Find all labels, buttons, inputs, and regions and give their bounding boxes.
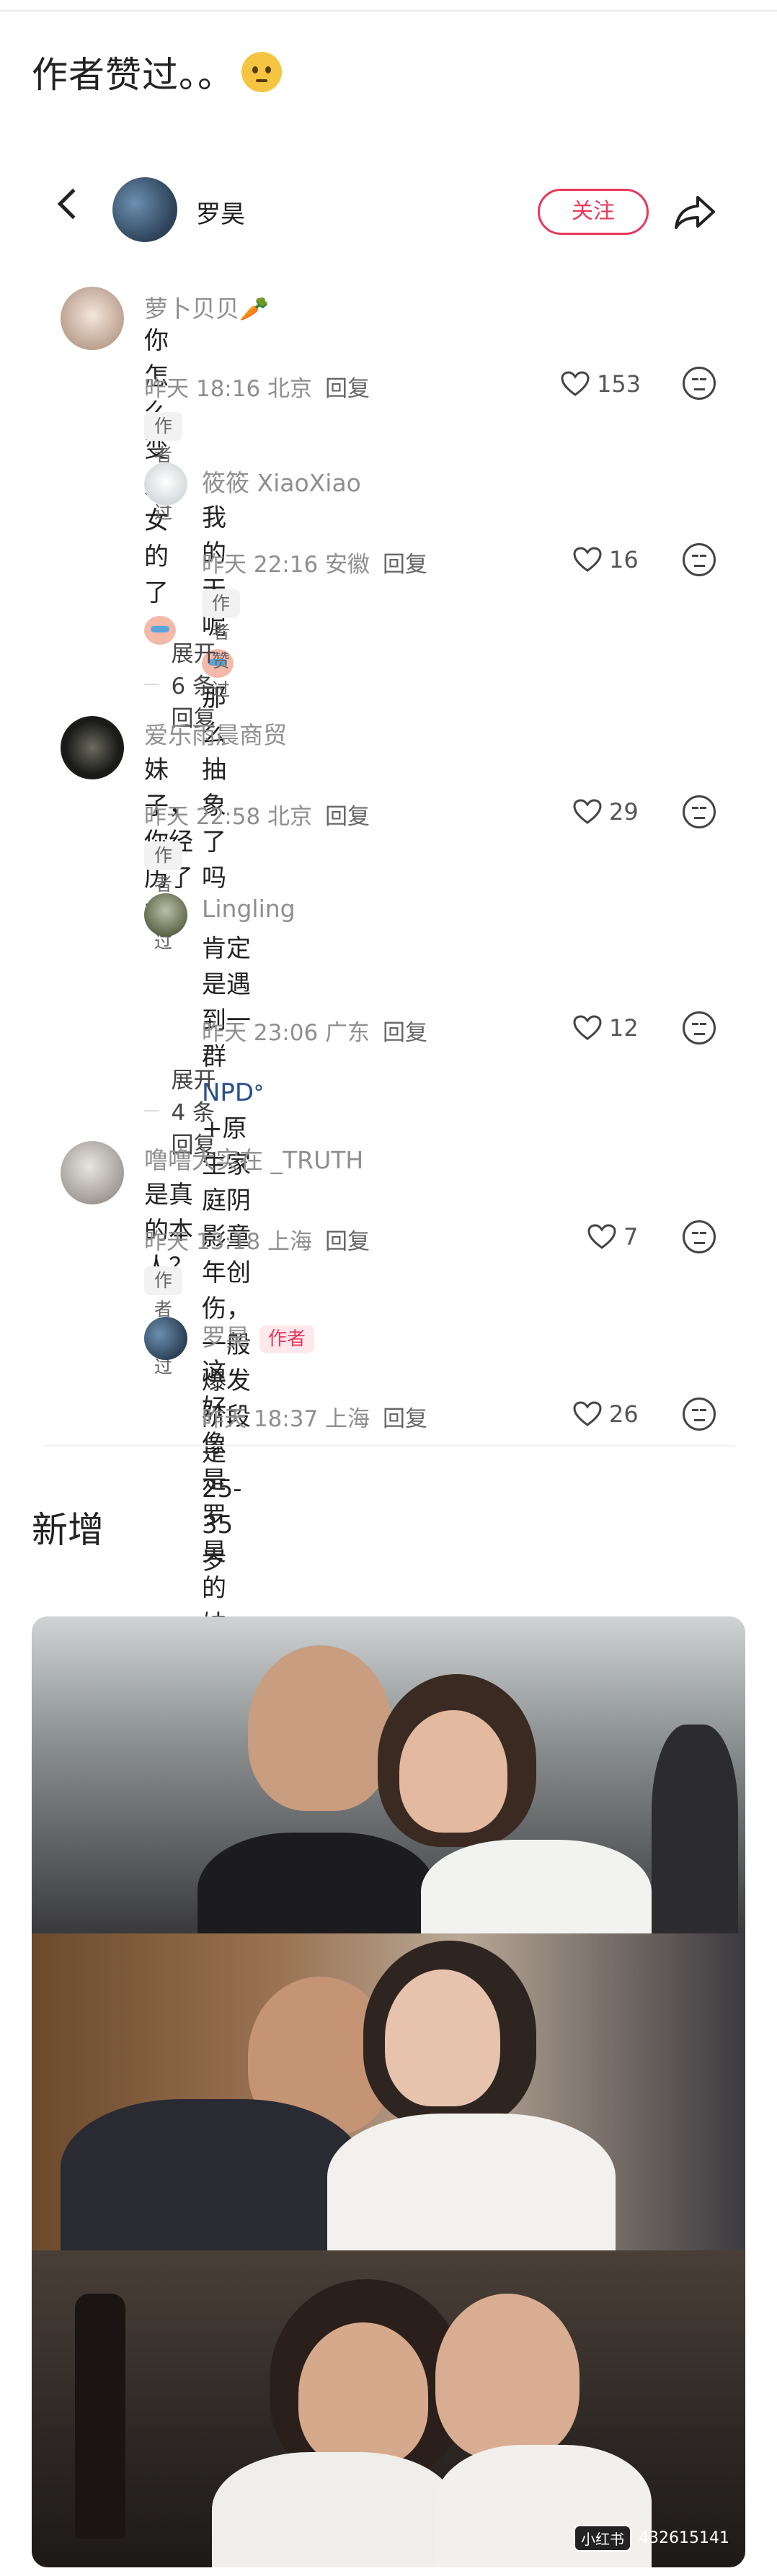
- share-icon[interactable]: [673, 193, 716, 231]
- comment-username[interactable]: 筱筱 XiaoXiao: [202, 464, 361, 498]
- heart-icon: [573, 799, 602, 824]
- avatar[interactable]: [144, 462, 187, 506]
- comment-meta: 昨天 18:37 上海 回复: [202, 1400, 427, 1433]
- author-tag-badge: 作者: [259, 1325, 315, 1353]
- intro-label: 作者赞过。。: [32, 54, 234, 96]
- intro-text: 作者赞过。。: [32, 46, 282, 98]
- comment-date: 昨天 18:16 北京: [144, 376, 313, 402]
- watermark-id: 432615141: [639, 2529, 729, 2547]
- comment-text-part: 肯定是遇到一群: [202, 934, 251, 1071]
- raised-eyebrow-emoji-icon: [241, 52, 282, 92]
- author-liked-badge: 作者赞过: [144, 841, 183, 952]
- comment-username[interactable]: Lingling: [202, 895, 296, 923]
- like-count: 153: [597, 370, 641, 398]
- heart-icon: [561, 371, 590, 396]
- person-figure: [652, 1725, 738, 1941]
- dislike-face-icon[interactable]: [683, 1397, 716, 1431]
- comment-date: 昨天 22:58 北京: [144, 804, 313, 830]
- person-figure: [435, 2294, 580, 2459]
- reply-link[interactable]: 回复: [325, 376, 370, 402]
- photo-panel: [32, 1616, 745, 1977]
- reply-link[interactable]: 回复: [325, 1229, 370, 1255]
- reply-link[interactable]: 回复: [325, 804, 370, 830]
- author-name[interactable]: 罗昊: [196, 194, 245, 230]
- comment-meta: 昨天 13:18 上海 回复: [144, 1223, 370, 1256]
- username-text: 罗昊: [202, 1323, 249, 1351]
- heart-icon: [587, 1224, 616, 1249]
- comment-meta: 昨天 18:16 北京 回复: [144, 370, 370, 403]
- photo-panel: [32, 1933, 745, 2272]
- person-figure: [212, 2452, 457, 2567]
- heart-icon: [573, 547, 602, 572]
- divider: [43, 1445, 735, 1446]
- like-count: 26: [609, 1400, 639, 1428]
- dislike-face-icon[interactable]: [683, 795, 716, 828]
- avatar[interactable]: [61, 1141, 124, 1204]
- post-header: 罗昊 关注: [0, 173, 777, 252]
- comment-meta: 昨天 22:16 安徽 回复: [202, 546, 427, 578]
- comment-meta: 昨天 23:06 广东 回复: [202, 1014, 427, 1047]
- like-count: 16: [609, 546, 639, 573]
- like-button[interactable]: 12: [573, 1014, 639, 1042]
- watermark: 小红书 432615141: [574, 2525, 729, 2552]
- author-liked-badge: 作者赞过: [144, 412, 183, 523]
- person-figure: [399, 1710, 507, 1833]
- like-button[interactable]: 26: [573, 1400, 639, 1428]
- avatar[interactable]: [144, 1317, 187, 1360]
- avatar[interactable]: [61, 716, 124, 779]
- dislike-face-icon[interactable]: [683, 543, 716, 576]
- person-figure: [61, 2099, 363, 2272]
- comment-meta: 昨天 22:58 北京 回复: [144, 798, 370, 831]
- person-figure: [327, 2114, 616, 2272]
- comment-username[interactable]: 噜噜大实在 _TRUTH: [144, 1141, 363, 1176]
- author-liked-badge: 作者赞过: [144, 1266, 183, 1377]
- comment-date: 昨天 23:06 广东: [202, 1020, 370, 1046]
- person-figure: [298, 2322, 428, 2467]
- author-avatar[interactable]: [112, 177, 177, 242]
- bottle-figure: [75, 2294, 125, 2539]
- photo-panel: 小红书 432615141: [32, 2250, 745, 2567]
- xiaohongshu-logo: 小红书: [574, 2525, 632, 2552]
- like-button[interactable]: 153: [561, 370, 641, 398]
- comment-date: 昨天 13:18 上海: [144, 1229, 313, 1255]
- photo-collage[interactable]: 小红书 432615141: [32, 1616, 745, 2567]
- new-section-title: 新增: [32, 1509, 104, 1551]
- person-figure: [248, 1645, 392, 1811]
- back-arrow-icon[interactable]: [57, 188, 89, 220]
- like-count: 29: [609, 798, 639, 826]
- author-liked-badge: 作者赞过: [202, 589, 241, 700]
- follow-button[interactable]: 关注: [538, 189, 649, 235]
- like-button[interactable]: 7: [587, 1223, 638, 1251]
- dislike-face-icon[interactable]: [683, 1011, 716, 1045]
- heart-icon: [573, 1015, 602, 1040]
- person-figure: [385, 1969, 500, 2106]
- like-button[interactable]: 16: [573, 546, 639, 573]
- comment-username[interactable]: 爱乐雨晨商贸: [144, 716, 287, 751]
- comment-date: 昨天 18:37 上海: [202, 1406, 370, 1432]
- top-divider: [0, 10, 777, 12]
- heart-icon: [573, 1401, 602, 1426]
- comment-username[interactable]: 罗昊 作者: [202, 1318, 315, 1353]
- dislike-face-icon[interactable]: [683, 367, 716, 400]
- like-count: 7: [623, 1223, 639, 1251]
- reply-link[interactable]: 回复: [383, 1020, 427, 1046]
- dislike-face-icon[interactable]: [683, 1220, 716, 1253]
- reply-link[interactable]: 回复: [383, 552, 427, 578]
- avatar[interactable]: [144, 893, 187, 936]
- comment-date: 昨天 22:16 安徽: [202, 552, 370, 578]
- like-count: 12: [609, 1014, 639, 1042]
- avatar[interactable]: [61, 287, 124, 350]
- comment-username[interactable]: 萝卜贝贝🥕: [144, 290, 269, 324]
- like-button[interactable]: 29: [573, 798, 639, 826]
- reply-link[interactable]: 回复: [383, 1406, 427, 1432]
